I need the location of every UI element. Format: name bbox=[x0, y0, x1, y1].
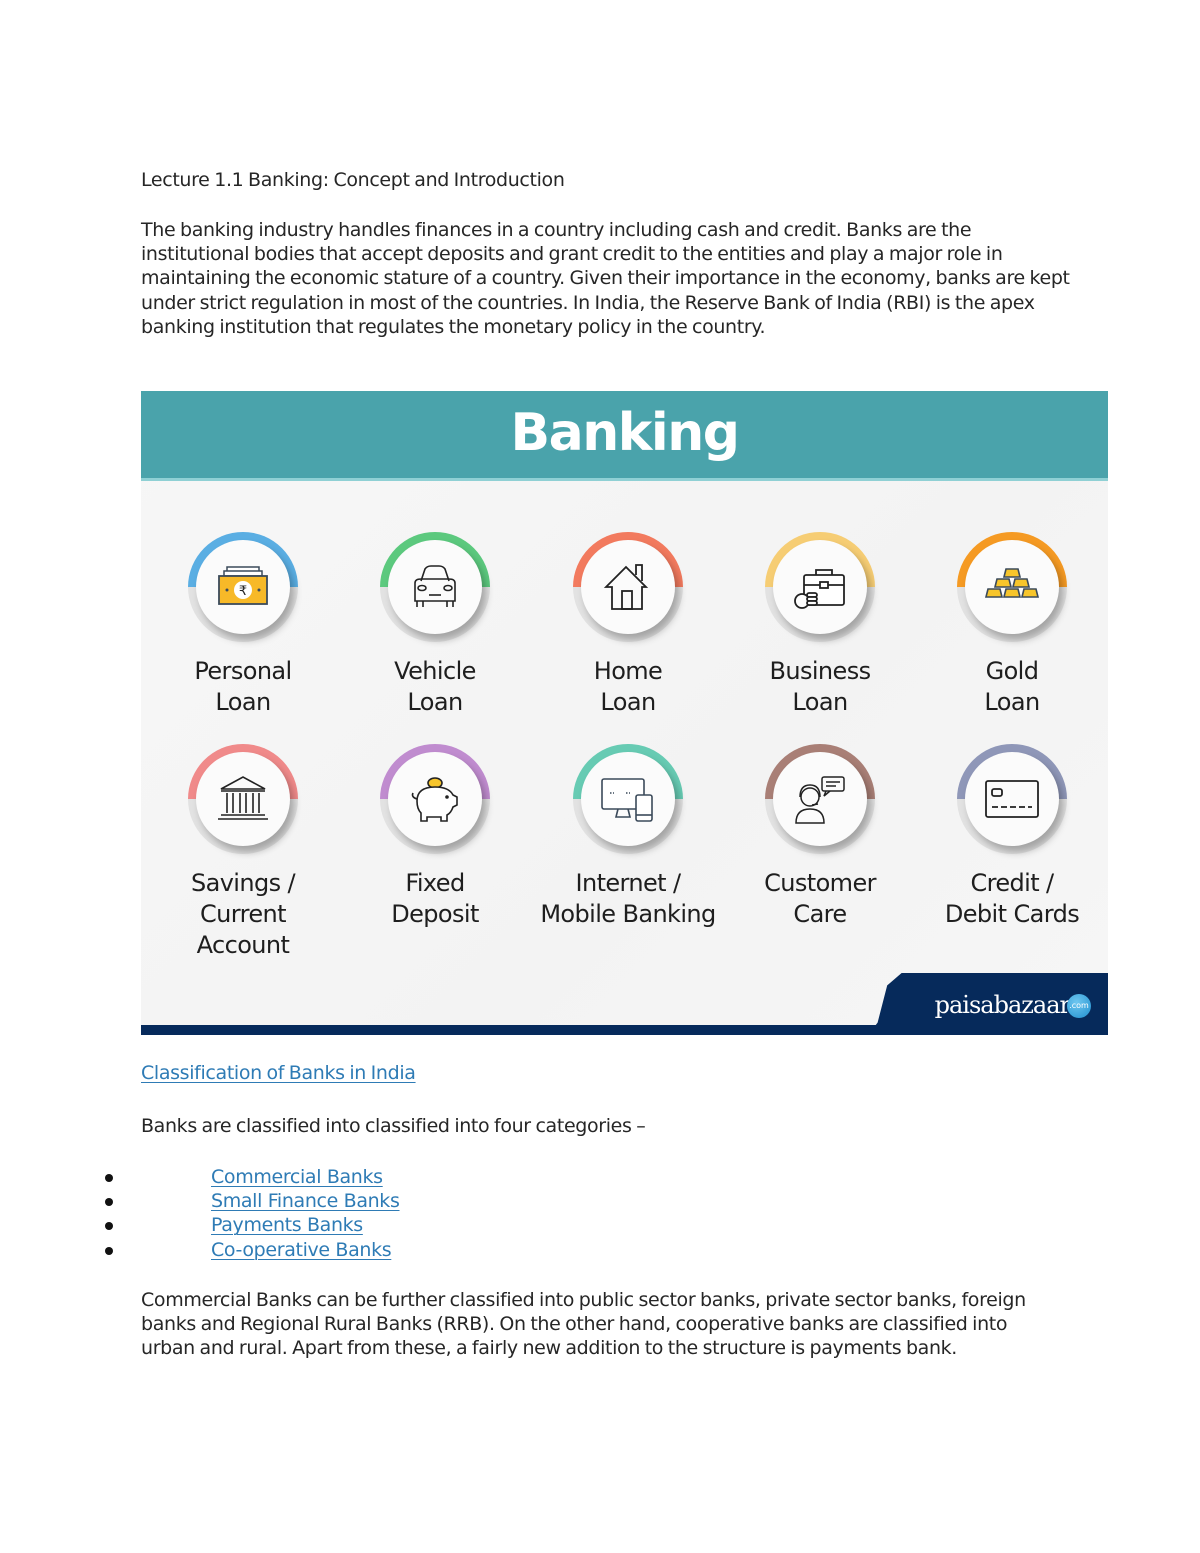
category-link-small-finance[interactable]: Small Finance Banks bbox=[211, 1190, 400, 1212]
list-item: Co-operative Banks bbox=[100, 1238, 400, 1262]
service-label: Credit / Debit Cards bbox=[944, 869, 1080, 928]
service-label: Personal Loan bbox=[194, 657, 292, 716]
classification-link[interactable]: Classification of Banks in India bbox=[141, 1062, 416, 1084]
service-personal-loan: ₹ Personal Loan bbox=[148, 532, 338, 718]
list-item: Commercial Banks bbox=[100, 1165, 400, 1189]
service-fixed-deposit: Fixed Deposit bbox=[340, 744, 530, 930]
service-label: Business Loan bbox=[769, 657, 871, 716]
computer-mobile-icon bbox=[601, 778, 653, 822]
categories-intro: Banks are classified into classified int… bbox=[141, 1115, 646, 1137]
bank-building-icon bbox=[218, 776, 268, 820]
intro-paragraph: The banking industry handles finances in… bbox=[141, 219, 1070, 338]
category-link-commercial[interactable]: Commercial Banks bbox=[211, 1166, 383, 1188]
service-home-loan: Home Loan bbox=[533, 532, 723, 718]
category-link-payments[interactable]: Payments Banks bbox=[211, 1214, 363, 1236]
piggy-bank-icon bbox=[411, 777, 458, 822]
brand-badge-icon: .com bbox=[1067, 994, 1091, 1018]
bank-categories-list: Commercial Banks Small Finance Banks Pay… bbox=[100, 1165, 400, 1262]
service-gold-loan: Gold Loan bbox=[917, 532, 1107, 718]
list-item: Small Finance Banks bbox=[100, 1189, 400, 1213]
list-item: Payments Banks bbox=[100, 1213, 400, 1237]
banner-header-underline bbox=[141, 478, 1108, 481]
rupee-cash-icon: ₹ bbox=[218, 566, 268, 605]
service-label: Savings / Current Account bbox=[190, 869, 296, 959]
credit-card-icon bbox=[985, 780, 1039, 818]
document-title: Lecture 1.1 Banking: Concept and Introdu… bbox=[141, 169, 565, 191]
category-link-cooperative[interactable]: Co-operative Banks bbox=[211, 1239, 392, 1261]
service-label: Gold Loan bbox=[984, 657, 1040, 716]
gold-bars-icon bbox=[984, 568, 1040, 598]
service-label: Customer Care bbox=[764, 869, 876, 928]
car-icon bbox=[414, 565, 456, 607]
classification-heading: Classification of Banks in India bbox=[141, 1061, 416, 1085]
service-customer-care: Customer Care bbox=[725, 744, 915, 930]
service-label: Vehicle Loan bbox=[394, 657, 476, 716]
banner-title: Banking bbox=[510, 403, 740, 463]
service-label: Internet / Mobile Banking bbox=[540, 869, 716, 928]
svg-text:₹: ₹ bbox=[239, 584, 247, 599]
service-label: Fixed Deposit bbox=[391, 869, 479, 928]
service-credit-debit-cards: Credit / Debit Cards bbox=[917, 744, 1107, 930]
closing-paragraph: Commercial Banks can be further classifi… bbox=[141, 1289, 1026, 1360]
bullet-icon bbox=[105, 1198, 113, 1207]
briefcase-coins-icon bbox=[794, 569, 845, 609]
banner-header: Banking bbox=[141, 391, 1108, 481]
service-label: Home Loan bbox=[593, 657, 663, 716]
house-icon bbox=[603, 564, 649, 610]
bullet-icon bbox=[105, 1174, 113, 1182]
service-business-loan: Business Loan bbox=[725, 532, 915, 718]
service-vehicle-loan: Vehicle Loan bbox=[340, 532, 530, 718]
brand-logo: paisabazaar bbox=[934, 991, 1071, 1019]
banking-infographic: Banking ₹ Personal Loan Vehicle Loan Hom… bbox=[141, 391, 1108, 1035]
bullet-icon bbox=[105, 1222, 113, 1231]
customer-support-icon bbox=[795, 776, 845, 824]
service-internet-mobile-banking: Internet / Mobile Banking bbox=[533, 744, 723, 930]
bullet-icon bbox=[105, 1246, 113, 1255]
service-savings-current-account: Savings / Current Account bbox=[148, 744, 338, 961]
